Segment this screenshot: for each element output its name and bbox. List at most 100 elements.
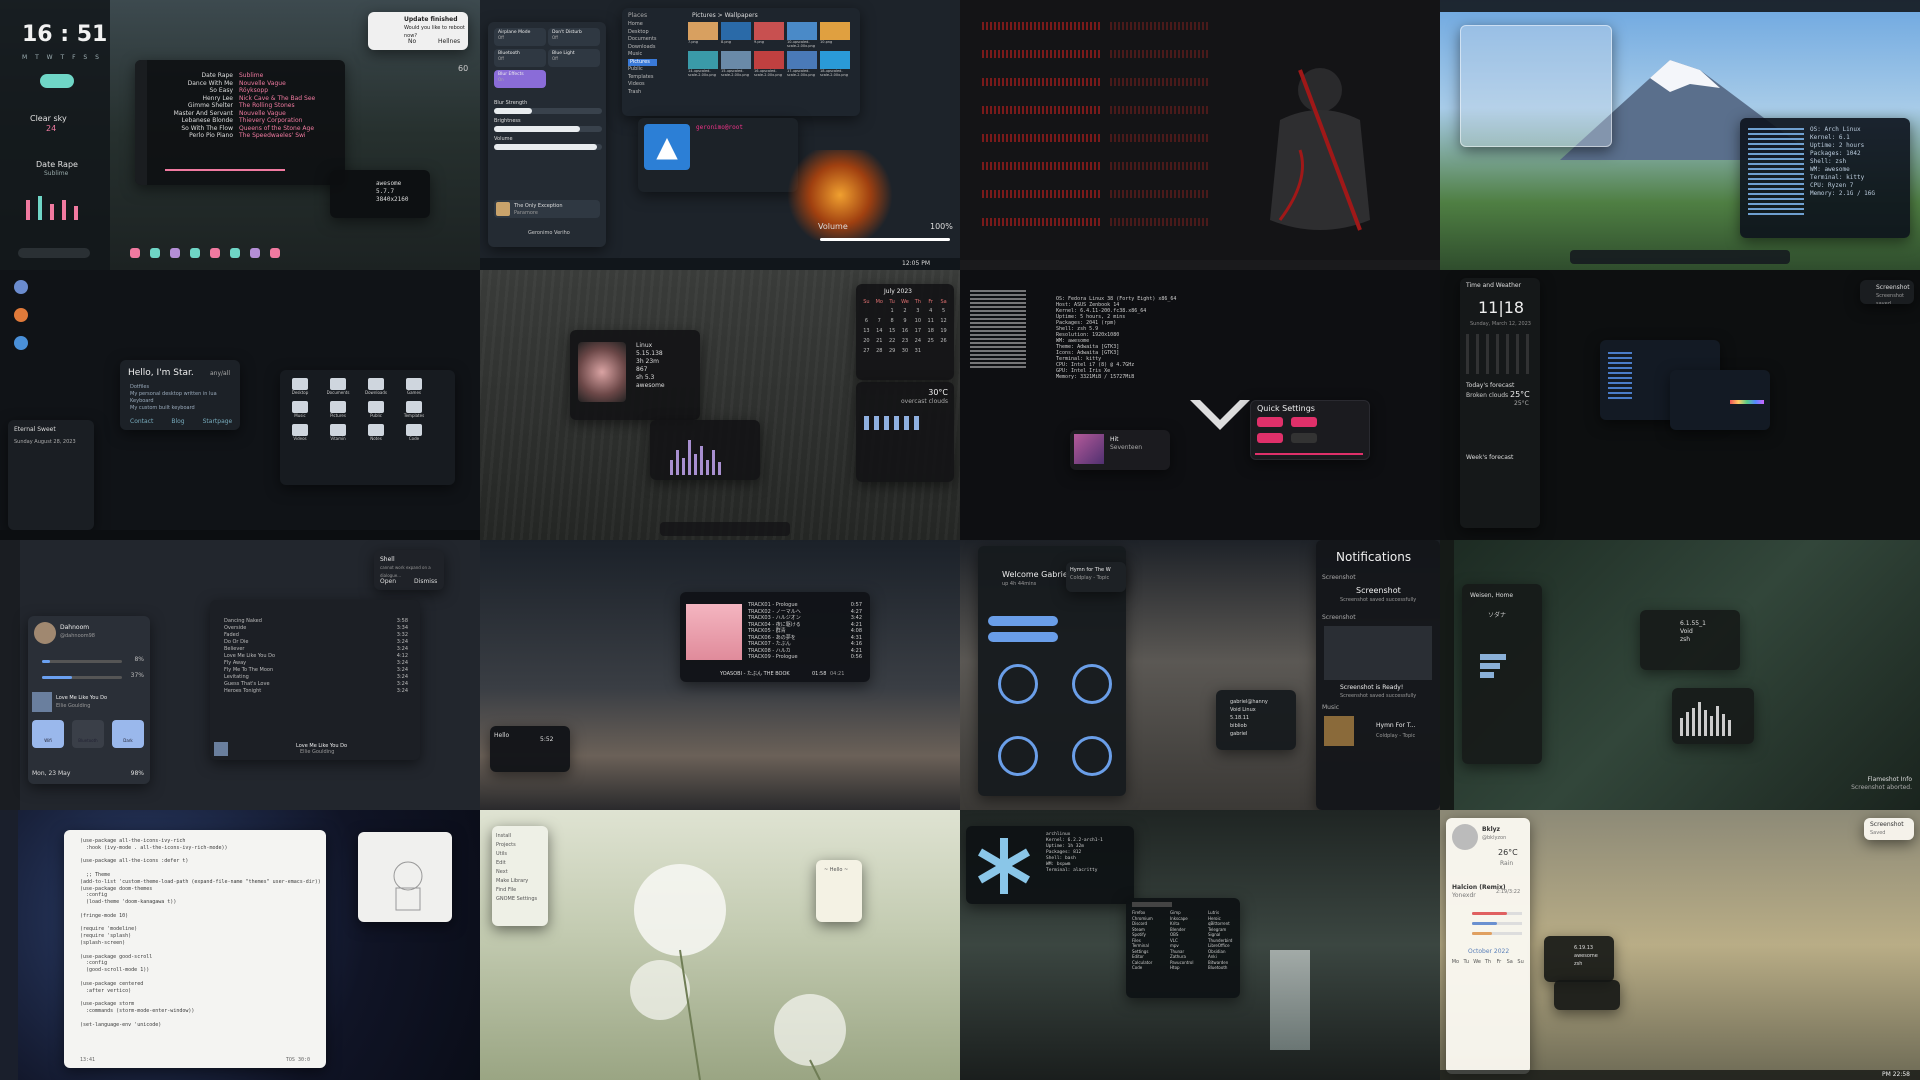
file-item[interactable]: 18-upscaled-scale-2.00x.png — [820, 51, 850, 77]
calendar-day[interactable]: 18 — [924, 326, 937, 336]
menu-item[interactable]: Make Library — [496, 877, 537, 886]
app-entry[interactable]: qBittorrent — [1208, 921, 1232, 927]
sidebar-item[interactable]: Videos — [628, 81, 657, 89]
track-row[interactable]: Overside 3:34 — [224, 625, 408, 632]
app-icon[interactable] — [170, 248, 180, 258]
app-icon[interactable] — [210, 248, 220, 258]
sidebar-item[interactable]: Home — [628, 21, 657, 29]
menu-item[interactable]: Install — [496, 832, 537, 841]
file-item[interactable]: 17-upscaled-scale-2.00x.png — [787, 51, 817, 77]
playlist-row[interactable]: Date Rape Sublime — [171, 72, 315, 80]
toggle-wifi[interactable]: Wifi — [32, 720, 64, 748]
app-icon[interactable] — [190, 248, 200, 258]
toggle-tile[interactable]: Don't Disturb Off — [548, 28, 600, 46]
sidebar-item[interactable]: Templates — [628, 74, 657, 82]
mic-slider[interactable] — [42, 676, 122, 679]
calendar-day[interactable] — [873, 306, 886, 316]
sidebar-item[interactable]: Documents — [628, 36, 657, 44]
track-row[interactable]: Fly Me To The Moon 3:24 — [224, 667, 408, 674]
toggle[interactable] — [1291, 433, 1317, 443]
playlist-row[interactable]: Gimme Shelter The Rolling Stones — [171, 102, 315, 110]
menu-item[interactable]: GNOME Settings — [496, 895, 537, 904]
path-breadcrumb[interactable]: Pictures > Wallpapers — [692, 12, 758, 20]
calendar-day[interactable]: 20 — [860, 336, 873, 346]
sidebar-item[interactable]: Pictures — [628, 58, 657, 66]
folder-item[interactable]: Desktop — [288, 378, 312, 395]
track-row[interactable]: Guess That's Love 3:24 — [224, 681, 408, 688]
code-editor[interactable]: (use-package all-the-icons-ivy-rich :hoo… — [80, 838, 321, 1028]
bluetooth-toggle[interactable] — [1291, 417, 1317, 427]
toggle-bluetooth[interactable]: Bluetooth — [72, 720, 104, 748]
app-icon[interactable] — [270, 248, 280, 258]
playlist-row[interactable]: So With The Flow Queens of the Stone Age — [171, 125, 315, 133]
no-button[interactable]: No — [408, 38, 416, 46]
sidebar-item[interactable]: Downloads — [628, 44, 657, 52]
track-row[interactable]: TRACK09 - Prologue 0:56 — [748, 654, 862, 661]
track-row[interactable]: Dancing Naked 3:58 — [224, 618, 408, 625]
menu-item[interactable]: Edit — [496, 859, 537, 868]
file-item[interactable]: 8.png — [721, 22, 751, 48]
calendar-day[interactable]: 2 — [899, 306, 912, 316]
calendar-day[interactable]: 5 — [937, 306, 950, 316]
calendar-day[interactable]: 4 — [924, 306, 937, 316]
playlist-row[interactable]: Perlo Pio Piano The Speedwaeles' Swi — [171, 132, 315, 140]
calendar-day[interactable]: 12 — [937, 316, 950, 326]
app-icon[interactable] — [250, 248, 260, 258]
playlist-row[interactable]: Lebanese Blonde Thievery Corporation — [171, 117, 315, 125]
calendar-day[interactable]: 25 — [924, 336, 937, 346]
toggle-pill[interactable] — [40, 74, 74, 88]
calendar-day[interactable]: 26 — [937, 336, 950, 346]
track-row[interactable]: Believer 3:24 — [224, 646, 408, 653]
file-item[interactable]: 10.png — [820, 22, 850, 48]
sidebar-item[interactable]: Desktop — [628, 29, 657, 37]
toggle-tile[interactable]: Blur Effects On — [494, 70, 546, 88]
app-entry[interactable]: LibreOffice — [1208, 943, 1232, 949]
track-row[interactable]: Fly Away 3:24 — [224, 660, 408, 667]
search-field[interactable] — [18, 248, 90, 258]
calendar-day[interactable]: 9 — [899, 316, 912, 326]
playlist-row[interactable]: Henry Lee Nick Cave & The Bad See — [171, 95, 315, 103]
firefox-icon[interactable] — [14, 308, 28, 322]
calendar-day[interactable]: 23 — [899, 336, 912, 346]
folder-item[interactable]: Code — [402, 424, 426, 441]
toggle-tile[interactable]: Bluetooth Off — [494, 49, 546, 67]
calendar-day[interactable]: 15 — [886, 326, 899, 336]
calendar-day[interactable]: 7 — [873, 316, 886, 326]
toggle[interactable] — [1257, 433, 1283, 443]
toggle-dark[interactable]: Dark — [112, 720, 144, 748]
folder-item[interactable]: Games — [402, 378, 426, 395]
toggle-tile[interactable]: Blue Light Off — [548, 49, 600, 67]
folder-item[interactable]: Vitamin — [326, 424, 350, 441]
link-contact[interactable]: Contact — [130, 418, 153, 426]
slider[interactable] — [1472, 912, 1522, 915]
calendar-day[interactable] — [860, 306, 873, 316]
folder-item[interactable]: Pictures — [326, 401, 350, 418]
app-icon[interactable] — [150, 248, 160, 258]
calendar-day[interactable]: 29 — [886, 346, 899, 356]
calendar-day[interactable]: 21 — [873, 336, 886, 346]
calendar-day[interactable]: 19 — [937, 326, 950, 336]
app-entry[interactable]: Code — [1132, 965, 1153, 971]
yes-button[interactable]: Hellnes — [438, 38, 460, 46]
sidebar-item[interactable]: Music — [628, 51, 657, 59]
app-entry[interactable]: Htop — [1170, 965, 1193, 971]
calendar-day[interactable]: 28 — [873, 346, 886, 356]
calendar-day[interactable]: 8 — [886, 316, 899, 326]
playlist-row[interactable]: So Easy Röyksopp — [171, 87, 315, 95]
slider[interactable] — [1472, 922, 1522, 925]
calendar-day[interactable]: 3 — [911, 306, 924, 316]
app-icon[interactable] — [14, 280, 28, 294]
calendar-day[interactable]: 14 — [873, 326, 886, 336]
calendar-day[interactable]: 17 — [911, 326, 924, 336]
track-row[interactable]: Faded 3:32 — [224, 632, 408, 639]
slider[interactable] — [1472, 932, 1522, 935]
slider[interactable] — [1255, 453, 1363, 455]
calendar-day[interactable]: 1 — [886, 306, 899, 316]
link-blog[interactable]: Blog — [171, 418, 184, 426]
folder-item[interactable]: Public — [364, 401, 388, 418]
calendar-day[interactable]: 11 — [924, 316, 937, 326]
track-row[interactable]: Levitating 3:24 — [224, 674, 408, 681]
folder-item[interactable]: Downloads — [364, 378, 388, 395]
link-startpage[interactable]: Startpage — [203, 418, 233, 426]
playlist-row[interactable]: Dance With Me Nouvelle Vague — [171, 80, 315, 88]
